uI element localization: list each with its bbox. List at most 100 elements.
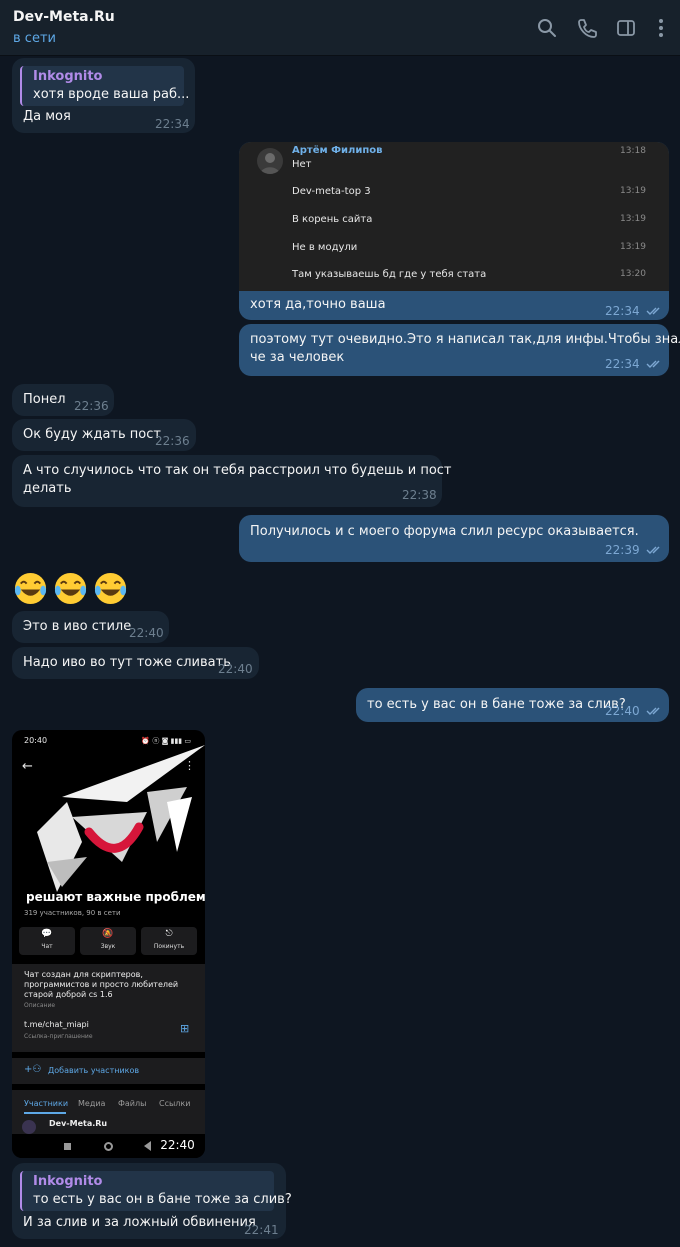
reply-quote[interactable]: Inkognito хотя вроде ваша раб... — [20, 66, 189, 106]
message-incoming[interactable]: А что случилось что так он тебя расстрои… — [12, 455, 452, 507]
attached-screenshot[interactable]: Артём Филипов Нет 13:18 Dev-meta-top 3 1… — [239, 142, 669, 291]
tab-files: Файлы — [118, 1099, 147, 1108]
member-name: Dev-Meta.Ru — [49, 1119, 108, 1128]
screenshot-line: Там указываешь бд где у тебя стата — [292, 269, 487, 280]
attached-phone-screenshot[interactable]: 20:40 ⏰ ⓝ ◙ ▮▮▮ ▭ ← ⋮ решают важные проб… — [12, 730, 205, 1158]
active-tab-indicator — [24, 1112, 66, 1114]
message-time: 22:39 — [605, 543, 640, 557]
message-time: 22:34 — [155, 117, 190, 131]
message-text: Получилось и с моего форума слил ресурс … — [250, 524, 639, 539]
screenshot-line: Нет — [292, 159, 312, 170]
message-time: 22:41 — [244, 1223, 279, 1237]
laughing-tears-emoji-icon — [14, 572, 47, 605]
message-incoming[interactable]: Inkognito то есть у вас он в бане тоже з… — [12, 1163, 292, 1239]
add-members-row: +⚇ Добавить участников — [12, 1058, 205, 1084]
more-icon[interactable] — [650, 17, 672, 39]
qr-code-icon: ⊞ — [180, 1022, 190, 1035]
leave-button: ⎋ Покинуть — [141, 927, 197, 955]
phone-icon[interactable] — [576, 17, 598, 39]
double-check-icon — [646, 706, 664, 716]
chat-title[interactable]: Dev-Meta.Ru — [13, 9, 115, 25]
message-time: 22:38 — [402, 488, 437, 502]
reply-author: Inkognito — [33, 69, 103, 84]
message-text: че за человек — [250, 350, 345, 365]
recents-icon — [64, 1143, 71, 1150]
reply-text: хотя вроде ваша раб... — [33, 87, 190, 102]
description-line: старой доброй cs 1.6 — [24, 990, 113, 999]
group-subtitle: 319 участников, 90 в сети — [24, 909, 121, 917]
members-tabs: Участники Медиа Файлы Ссылки Dev-Meta.Ru — [12, 1090, 205, 1134]
message-text: Да моя — [23, 109, 71, 124]
chat-status: в сети — [13, 31, 56, 46]
screenshot-line: Dev-meta-top 3 — [292, 186, 371, 197]
description-line: Чат создан для скриптеров, — [24, 970, 143, 979]
double-check-icon — [646, 359, 664, 369]
avatar — [22, 1120, 36, 1134]
leave-icon: ⎋ — [165, 929, 173, 939]
message-outgoing[interactable]: поэтому тут очевидно.Это я написал так,д… — [239, 324, 680, 376]
button-label: Покинуть — [153, 943, 185, 950]
button-label: Чат — [41, 943, 53, 950]
search-icon[interactable] — [536, 17, 558, 39]
message-text: Это в иво стиле — [23, 619, 132, 634]
message-text: А что случилось что так он тебя расстрои… — [23, 463, 452, 478]
double-check-icon — [646, 306, 664, 316]
invite-link: t.me/chat_miapi — [24, 1020, 89, 1029]
laughing-tears-emoji-icon — [54, 572, 87, 605]
chat-bubble-icon: 💬 — [41, 929, 53, 939]
message-time: 22:34 — [605, 357, 640, 371]
message-time: 22:40 — [218, 662, 253, 676]
message-time: 22:40 — [129, 626, 164, 640]
group-name: решают важные проблемы — [26, 890, 205, 904]
message-text: делать — [23, 481, 72, 496]
screenshot-line: В корень сайта — [292, 214, 373, 225]
mute-button: 🔕 Звук — [80, 927, 136, 955]
double-check-icon — [646, 545, 664, 555]
message-outgoing[interactable]: то есть у вас он в бане тоже за слив? 22… — [356, 688, 669, 722]
message-text: Понел — [23, 392, 66, 407]
tab-media: Медиа — [78, 1099, 106, 1108]
chat-header: Dev-Meta.Ru в сети — [0, 0, 680, 56]
message-time: 22:40 — [605, 704, 640, 718]
message-incoming[interactable]: Это в иво стиле 22:40 — [12, 611, 169, 643]
message-incoming[interactable]: Надо иво во тут тоже сливать 22:40 — [12, 647, 259, 679]
reply-author: Inkognito — [33, 1174, 103, 1189]
tab-links: Ссылки — [159, 1099, 191, 1108]
screenshot-time: 13:19 — [620, 242, 646, 252]
screenshot-time: 13:19 — [620, 214, 646, 224]
screenshot-sender: Артём Филипов — [292, 145, 383, 156]
tab-members: Участники — [24, 1099, 69, 1108]
sidebar-toggle-icon[interactable] — [615, 17, 637, 39]
laughing-tears-emoji-icon — [94, 572, 127, 605]
description-line: программистов и просто любителей — [24, 980, 179, 989]
chat-button: 💬 Чат — [19, 927, 75, 955]
add-members-label: Добавить участников — [48, 1066, 140, 1075]
message-text: Надо иво во тут тоже сливать — [23, 655, 231, 670]
message-incoming[interactable]: Ок буду ждать пост 22:36 — [12, 419, 196, 451]
message-text: поэтому тут очевидно.Это я написал так,д… — [250, 332, 680, 347]
home-icon — [104, 1142, 113, 1151]
message-text: хотя да,точно ваша — [250, 297, 386, 312]
message-time: 22:34 — [605, 304, 640, 318]
reply-quote[interactable]: Inkognito то есть у вас он в бане тоже з… — [20, 1171, 292, 1211]
invite-link-label: Ссылка-приглашение — [24, 1033, 93, 1040]
group-info-card: Чат создан для скриптеров, программистов… — [12, 964, 205, 1052]
message-incoming[interactable]: Inkognito хотя вроде ваша раб... Да моя … — [12, 58, 195, 133]
bell-off-icon: 🔕 — [102, 929, 114, 939]
screenshot-time: 13:19 — [620, 186, 646, 196]
message-text: то есть у вас он в бане тоже за слив? — [367, 697, 626, 712]
add-user-icon: +⚇ — [24, 1064, 42, 1075]
group-logo-icon — [37, 745, 205, 892]
description-label: Описание — [24, 1002, 56, 1009]
screenshot-time: 13:18 — [620, 146, 646, 156]
message-time: 22:36 — [155, 434, 190, 448]
reply-text: то есть у вас он в бане тоже за слив? — [33, 1192, 292, 1207]
message-time: 22:40 — [155, 1135, 200, 1155]
screenshot-line: Не в модули — [292, 242, 358, 253]
avatar — [257, 148, 283, 174]
message-outgoing[interactable]: Получилось и с моего форума слил ресурс … — [239, 515, 669, 562]
message-incoming[interactable]: Понел 22:36 — [12, 384, 114, 416]
back-icon — [144, 1141, 151, 1151]
screenshot-time: 13:20 — [620, 269, 646, 279]
message-text: И за слив и за ложный обвинения — [23, 1215, 256, 1230]
